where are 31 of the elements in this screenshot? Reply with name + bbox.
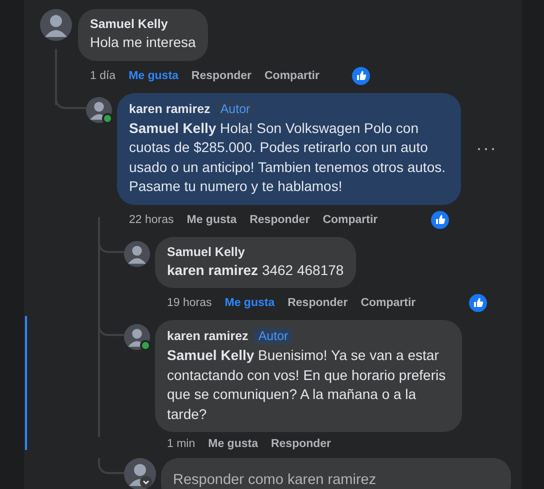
- comment-time[interactable]: 19 horas: [167, 297, 212, 309]
- comment-text: Hola me interesa: [90, 33, 196, 52]
- like-link[interactable]: Me gusta: [128, 70, 178, 82]
- comment-time[interactable]: 22 horas: [129, 214, 174, 226]
- avatar[interactable]: [124, 324, 150, 350]
- author-badge: Autor: [254, 328, 292, 344]
- action-link[interactable]: Compartir: [264, 70, 320, 82]
- action-link[interactable]: Responder: [270, 438, 332, 450]
- author-name[interactable]: Samuel Kelly: [90, 17, 168, 31]
- action-link[interactable]: Compartir: [360, 297, 416, 309]
- author-badge: Autor: [216, 100, 254, 116]
- comment-time[interactable]: 1 min: [167, 438, 196, 450]
- like-link[interactable]: Me gusta: [224, 297, 275, 309]
- comment-text: karen ramirez 3462 468178: [167, 260, 344, 280]
- action-link[interactable]: Compartir: [322, 214, 378, 226]
- avatar[interactable]: [124, 240, 150, 266]
- like-link[interactable]: Me gusta: [208, 438, 258, 450]
- avatar[interactable]: [86, 96, 112, 122]
- action-link[interactable]: Responder: [250, 214, 310, 226]
- reply-field[interactable]: Responder como karen ramirez: [161, 458, 511, 489]
- action-link[interactable]: Responder: [288, 297, 348, 309]
- author-name[interactable]: karen ramirez: [129, 102, 210, 116]
- avatar[interactable]: [40, 9, 72, 41]
- comment-text: Samuel Kelly Buenisimo! Ya se van a estar contactando con vos! En que horario preferis que se comuniquen? A la mañana o a la tarde?: [167, 346, 447, 424]
- like-link[interactable]: Me gusta: [186, 214, 237, 226]
- more-options-button[interactable]: ···: [476, 138, 497, 159]
- comment-text: Samuel Kelly Hola! Son Volkswagen Polo con cuotas de $285.000. Podes retirarlo con un auto usado o un anticipo! Tambien tenemos otros autos. Pasame tu numero y te hablamos!: [129, 118, 446, 196]
- comment-time[interactable]: 1 día: [90, 70, 116, 82]
- author-name[interactable]: karen ramirez: [167, 329, 248, 343]
- action-link[interactable]: Responder: [191, 70, 252, 82]
- author-name[interactable]: Samuel Kelly: [167, 244, 245, 258]
